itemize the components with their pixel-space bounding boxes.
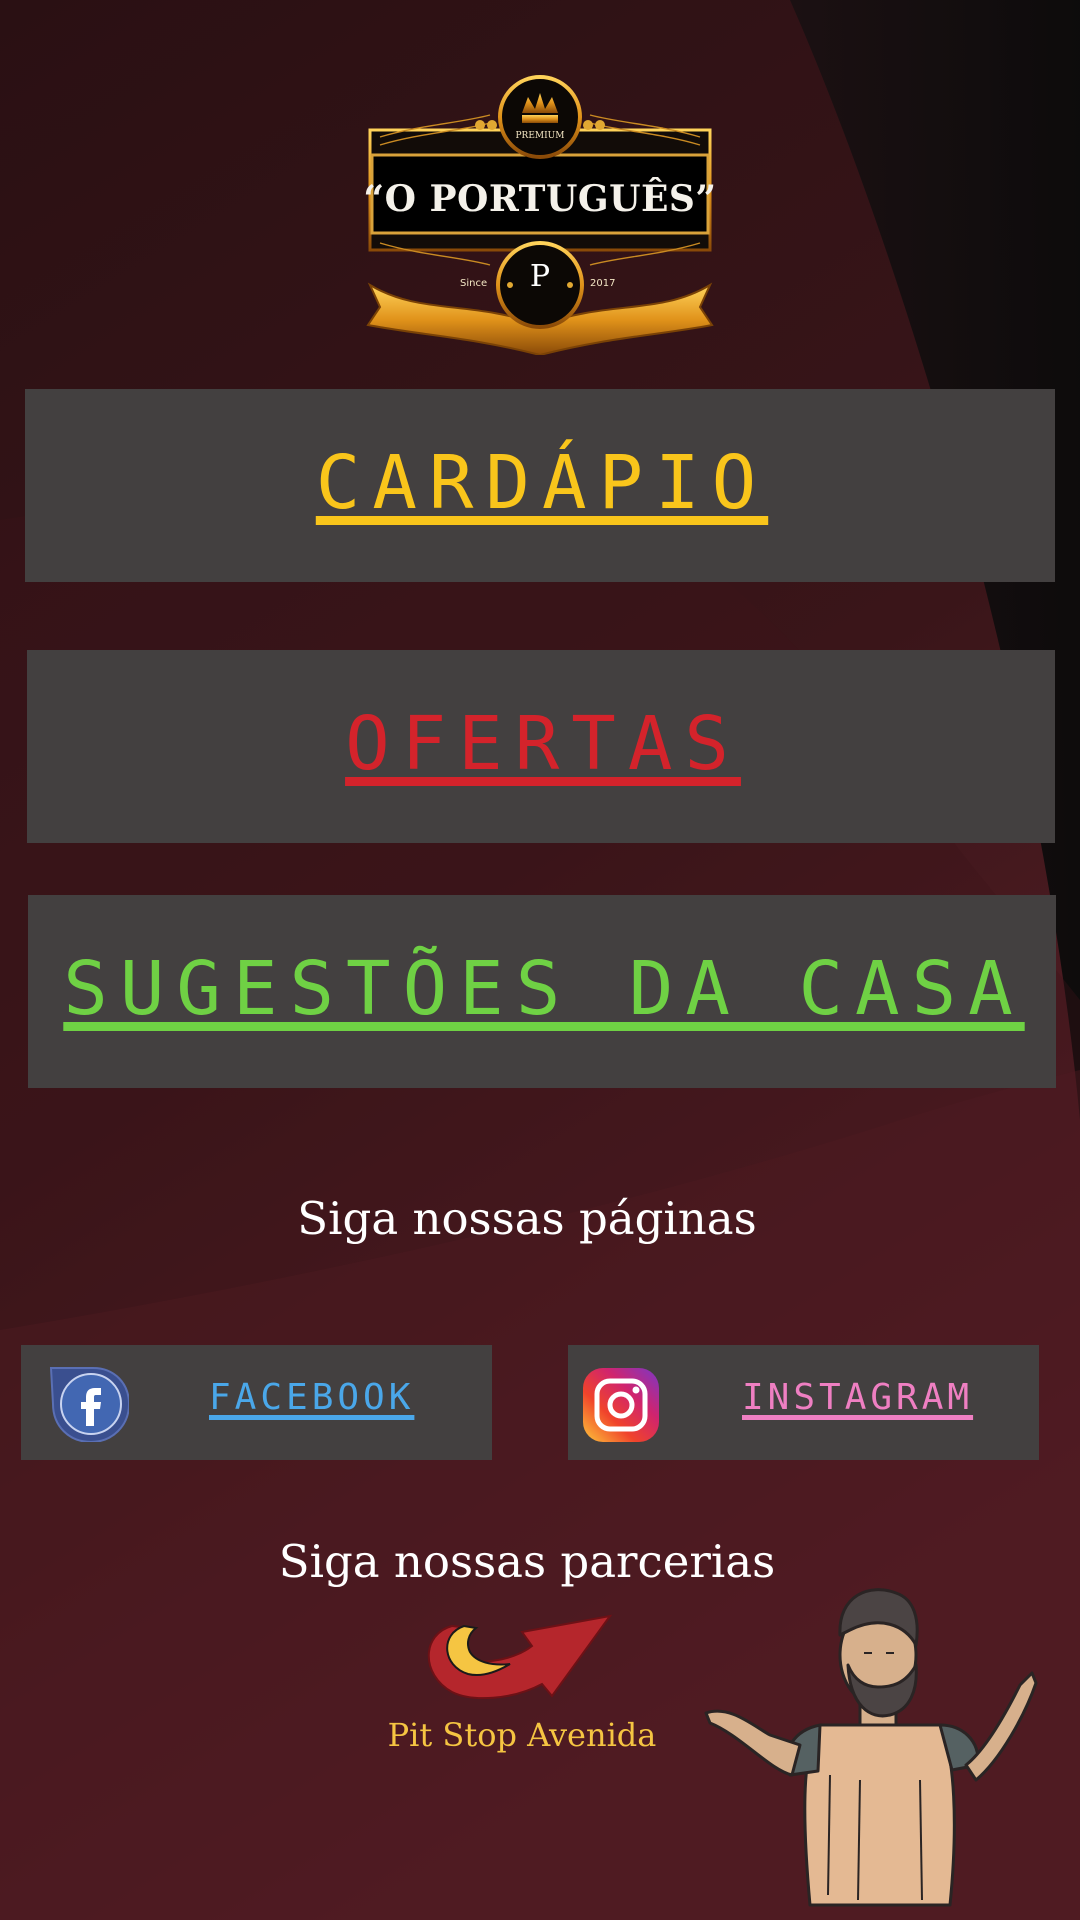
facebook-label: FACEBOOK bbox=[209, 1377, 415, 1418]
shrugging-man-illustration bbox=[700, 1575, 1040, 1915]
sugestoes-label: SUGESTÕES DA CASA bbox=[63, 945, 1025, 1032]
instagram-label: INSTAGRAM bbox=[742, 1377, 974, 1418]
brand-logo: PREMIUM “O PORTUGUÊS” Since P 2017 bbox=[360, 75, 720, 355]
brand-name: “O PORTUGUÊS” bbox=[363, 178, 717, 220]
ofertas-label: OFERTAS bbox=[345, 700, 741, 787]
partner-name: Pit Stop Avenida bbox=[387, 1716, 657, 1754]
ofertas-button[interactable]: OFERTAS bbox=[27, 650, 1055, 843]
cardapio-label: CARDÁPIO bbox=[315, 439, 769, 526]
pit-stop-emblem bbox=[427, 1614, 613, 1700]
sugestoes-button[interactable]: SUGESTÕES DA CASA bbox=[28, 895, 1056, 1088]
instagram-button[interactable]: INSTAGRAM bbox=[568, 1345, 1039, 1460]
follow-pages-heading: Siga nossas páginas bbox=[297, 1192, 757, 1245]
brand-monogram: P bbox=[529, 259, 551, 294]
facebook-icon bbox=[49, 1366, 131, 1446]
instagram-icon bbox=[581, 1366, 661, 1448]
facebook-button[interactable]: FACEBOOK bbox=[21, 1345, 492, 1460]
partner-pit-stop-logo[interactable]: Pit Stop Avenida bbox=[372, 1604, 672, 1764]
cardapio-button[interactable]: CARDÁPIO bbox=[25, 389, 1055, 582]
premium-badge: PREMIUM bbox=[515, 131, 565, 141]
founded-year: 2017 bbox=[590, 278, 616, 289]
